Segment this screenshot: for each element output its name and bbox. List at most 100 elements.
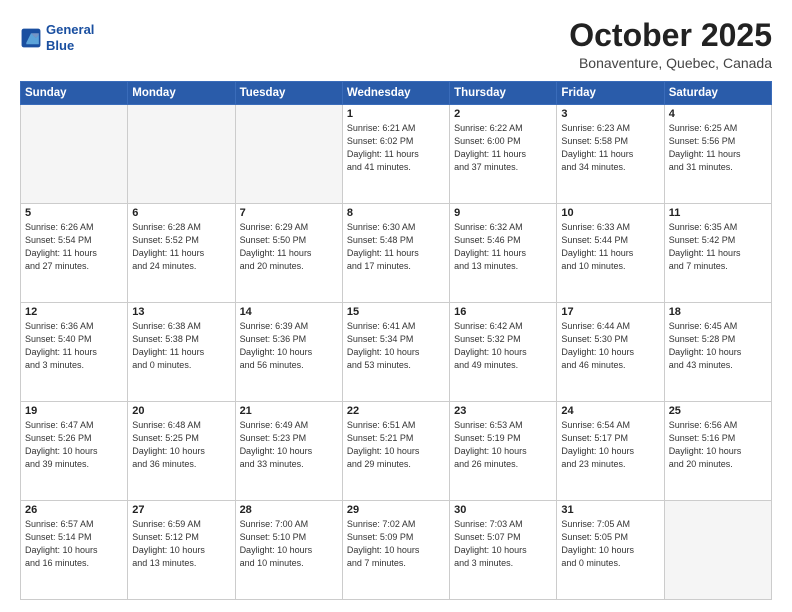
day-number: 15	[347, 306, 445, 318]
day-info: Sunrise: 6:44 AM Sunset: 5:30 PM Dayligh…	[561, 320, 659, 372]
calendar-cell: 15 Sunrise: 6:41 AM Sunset: 5:34 PM Dayli…	[342, 303, 449, 402]
calendar-cell	[664, 501, 771, 600]
calendar-cell: 26Sunrise: 6:57 AM Sunset: 5:14 PM Dayli…	[21, 501, 128, 600]
calendar-cell: 22 Sunrise: 6:51 AM Sunset: 5:21 PM Dayli…	[342, 402, 449, 501]
day-number: 18	[669, 306, 767, 318]
calendar-cell: 24 Sunrise: 6:54 AM Sunset: 5:17 PM Dayli…	[557, 402, 664, 501]
calendar-cell: 13 Sunrise: 6:38 AM Sunset: 5:38 PM Dayli…	[128, 303, 235, 402]
calendar-cell: 7 Sunrise: 6:29 AM Sunset: 5:50 PM Daylig…	[235, 204, 342, 303]
day-number: 7	[240, 207, 338, 219]
logo-text: General Blue	[46, 22, 94, 53]
calendar-cell: 6 Sunrise: 6:28 AM Sunset: 5:52 PM Daylig…	[128, 204, 235, 303]
day-number: 17	[561, 306, 659, 318]
calendar-cell: 27 Sunrise: 6:59 AM Sunset: 5:12 PM Dayli…	[128, 501, 235, 600]
weekday-header-monday: Monday	[128, 82, 235, 105]
day-number: 6	[132, 207, 230, 219]
calendar-week-4: 19Sunrise: 6:47 AM Sunset: 5:26 PM Dayli…	[21, 402, 772, 501]
day-number: 8	[347, 207, 445, 219]
day-number: 24	[561, 405, 659, 417]
day-info: Sunrise: 6:29 AM Sunset: 5:50 PM Dayligh…	[240, 221, 338, 273]
day-info: Sunrise: 7:00 AM Sunset: 5:10 PM Dayligh…	[240, 518, 338, 570]
day-number: 11	[669, 207, 767, 219]
calendar-cell: 11 Sunrise: 6:35 AM Sunset: 5:42 PM Dayli…	[664, 204, 771, 303]
day-number: 29	[347, 504, 445, 516]
day-info: Sunrise: 6:36 AM Sunset: 5:40 PM Dayligh…	[25, 320, 123, 372]
day-info: Sunrise: 6:54 AM Sunset: 5:17 PM Dayligh…	[561, 419, 659, 471]
day-info: Sunrise: 6:39 AM Sunset: 5:36 PM Dayligh…	[240, 320, 338, 372]
calendar-cell	[21, 105, 128, 204]
day-info: Sunrise: 6:41 AM Sunset: 5:34 PM Dayligh…	[347, 320, 445, 372]
day-number: 21	[240, 405, 338, 417]
day-number: 16	[454, 306, 552, 318]
calendar-cell	[235, 105, 342, 204]
day-info: Sunrise: 6:59 AM Sunset: 5:12 PM Dayligh…	[132, 518, 230, 570]
day-info: Sunrise: 6:28 AM Sunset: 5:52 PM Dayligh…	[132, 221, 230, 273]
day-info: Sunrise: 7:03 AM Sunset: 5:07 PM Dayligh…	[454, 518, 552, 570]
day-info: Sunrise: 6:53 AM Sunset: 5:19 PM Dayligh…	[454, 419, 552, 471]
calendar-body: 1 Sunrise: 6:21 AM Sunset: 6:02 PM Daylig…	[21, 105, 772, 600]
day-info: Sunrise: 6:23 AM Sunset: 5:58 PM Dayligh…	[561, 122, 659, 174]
calendar-cell: 18 Sunrise: 6:45 AM Sunset: 5:28 PM Dayli…	[664, 303, 771, 402]
day-number: 28	[240, 504, 338, 516]
calendar-week-2: 5 Sunrise: 6:26 AM Sunset: 5:54 PM Daylig…	[21, 204, 772, 303]
calendar-cell: 14Sunrise: 6:39 AM Sunset: 5:36 PM Dayli…	[235, 303, 342, 402]
calendar-table: SundayMondayTuesdayWednesdayThursdayFrid…	[20, 81, 772, 600]
day-number: 4	[669, 108, 767, 120]
day-info: Sunrise: 6:26 AM Sunset: 5:54 PM Dayligh…	[25, 221, 123, 273]
calendar-cell: 12 Sunrise: 6:36 AM Sunset: 5:40 PM Dayli…	[21, 303, 128, 402]
calendar-cell: 2Sunrise: 6:22 AM Sunset: 6:00 PM Daylig…	[450, 105, 557, 204]
day-number: 12	[25, 306, 123, 318]
day-info: Sunrise: 6:30 AM Sunset: 5:48 PM Dayligh…	[347, 221, 445, 273]
calendar-cell: 28 Sunrise: 7:00 AM Sunset: 5:10 PM Dayli…	[235, 501, 342, 600]
day-number: 10	[561, 207, 659, 219]
weekday-header-friday: Friday	[557, 82, 664, 105]
day-info: Sunrise: 6:56 AM Sunset: 5:16 PM Dayligh…	[669, 419, 767, 471]
day-number: 22	[347, 405, 445, 417]
day-info: Sunrise: 6:33 AM Sunset: 5:44 PM Dayligh…	[561, 221, 659, 273]
logo: General Blue	[20, 22, 94, 53]
calendar-week-3: 12 Sunrise: 6:36 AM Sunset: 5:40 PM Dayli…	[21, 303, 772, 402]
calendar-week-1: 1 Sunrise: 6:21 AM Sunset: 6:02 PM Daylig…	[21, 105, 772, 204]
day-number: 19	[25, 405, 123, 417]
day-number: 3	[561, 108, 659, 120]
day-number: 30	[454, 504, 552, 516]
weekday-header-tuesday: Tuesday	[235, 82, 342, 105]
weekday-header-sunday: Sunday	[21, 82, 128, 105]
weekday-header-wednesday: Wednesday	[342, 82, 449, 105]
day-info: Sunrise: 6:32 AM Sunset: 5:46 PM Dayligh…	[454, 221, 552, 273]
header: General Blue October 2025 Bonaventure, Q…	[20, 18, 772, 71]
day-number: 5	[25, 207, 123, 219]
location: Bonaventure, Quebec, Canada	[569, 55, 772, 71]
day-number: 20	[132, 405, 230, 417]
weekday-header-thursday: Thursday	[450, 82, 557, 105]
calendar-week-5: 26Sunrise: 6:57 AM Sunset: 5:14 PM Dayli…	[21, 501, 772, 600]
day-info: Sunrise: 6:21 AM Sunset: 6:02 PM Dayligh…	[347, 122, 445, 174]
calendar-cell: 30 Sunrise: 7:03 AM Sunset: 5:07 PM Dayli…	[450, 501, 557, 600]
day-info: Sunrise: 6:51 AM Sunset: 5:21 PM Dayligh…	[347, 419, 445, 471]
calendar-cell: 17 Sunrise: 6:44 AM Sunset: 5:30 PM Dayli…	[557, 303, 664, 402]
page: General Blue October 2025 Bonaventure, Q…	[0, 0, 792, 612]
day-info: Sunrise: 7:05 AM Sunset: 5:05 PM Dayligh…	[561, 518, 659, 570]
logo-icon	[20, 27, 42, 49]
calendar-cell: 3 Sunrise: 6:23 AM Sunset: 5:58 PM Daylig…	[557, 105, 664, 204]
calendar-cell: 23 Sunrise: 6:53 AM Sunset: 5:19 PM Dayli…	[450, 402, 557, 501]
month-title: October 2025	[569, 18, 772, 53]
day-number: 13	[132, 306, 230, 318]
weekday-header-row: SundayMondayTuesdayWednesdayThursdayFrid…	[21, 82, 772, 105]
calendar-cell: 16Sunrise: 6:42 AM Sunset: 5:32 PM Dayli…	[450, 303, 557, 402]
day-info: Sunrise: 6:49 AM Sunset: 5:23 PM Dayligh…	[240, 419, 338, 471]
day-number: 27	[132, 504, 230, 516]
calendar-cell: 4Sunrise: 6:25 AM Sunset: 5:56 PM Daylig…	[664, 105, 771, 204]
day-number: 25	[669, 405, 767, 417]
day-info: Sunrise: 6:38 AM Sunset: 5:38 PM Dayligh…	[132, 320, 230, 372]
day-info: Sunrise: 6:35 AM Sunset: 5:42 PM Dayligh…	[669, 221, 767, 273]
calendar-cell: 19Sunrise: 6:47 AM Sunset: 5:26 PM Dayli…	[21, 402, 128, 501]
calendar-cell: 25 Sunrise: 6:56 AM Sunset: 5:16 PM Dayli…	[664, 402, 771, 501]
day-number: 2	[454, 108, 552, 120]
calendar-cell: 20Sunrise: 6:48 AM Sunset: 5:25 PM Dayli…	[128, 402, 235, 501]
calendar-cell: 1 Sunrise: 6:21 AM Sunset: 6:02 PM Daylig…	[342, 105, 449, 204]
day-number: 1	[347, 108, 445, 120]
day-number: 23	[454, 405, 552, 417]
day-info: Sunrise: 6:45 AM Sunset: 5:28 PM Dayligh…	[669, 320, 767, 372]
title-block: October 2025 Bonaventure, Quebec, Canada	[569, 18, 772, 71]
